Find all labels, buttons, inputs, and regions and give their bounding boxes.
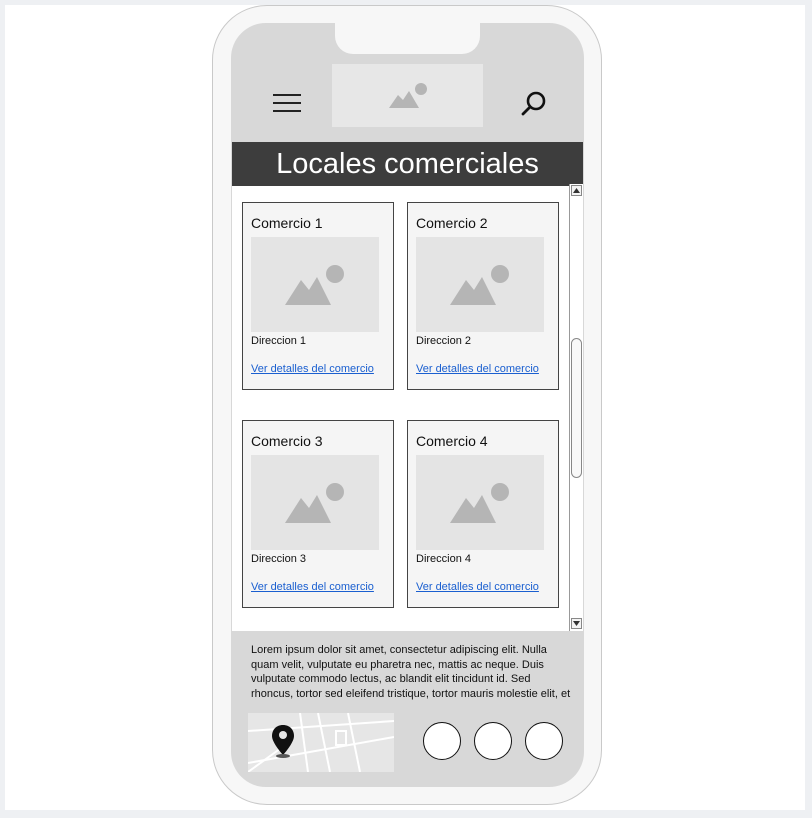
store-image	[251, 237, 379, 332]
social-button-2[interactable]	[474, 722, 512, 760]
image-placeholder-icon	[285, 483, 344, 523]
store-address: Direccion 3	[251, 553, 307, 565]
image-placeholder-icon	[450, 265, 509, 305]
store-card: Comercio 1 Direccion 1 Ver detalles del …	[242, 202, 394, 390]
store-card: Comercio 4 Direccion 4 Ver detalles del …	[407, 420, 559, 608]
social-button-1[interactable]	[423, 722, 461, 760]
phone-notch	[335, 22, 480, 54]
store-name: Comercio 4	[416, 433, 488, 449]
store-details-link[interactable]: Ver detalles del comercio	[416, 581, 539, 593]
scroll-thumb[interactable]	[571, 338, 582, 478]
store-name: Comercio 2	[416, 215, 488, 231]
scroll-down-arrow-icon[interactable]	[571, 618, 582, 629]
store-name: Comercio 3	[251, 433, 323, 449]
social-button-3[interactable]	[525, 722, 563, 760]
page-title: Locales comerciales	[232, 142, 583, 186]
store-image	[251, 455, 379, 550]
hamburger-menu-icon[interactable]	[273, 94, 301, 112]
store-details-link[interactable]: Ver detalles del comercio	[416, 363, 539, 375]
logo-placeholder	[332, 64, 483, 127]
image-placeholder-icon	[450, 483, 509, 523]
scroll-up-arrow-icon[interactable]	[571, 185, 582, 196]
store-card: Comercio 3 Direccion 3 Ver detalles del …	[242, 420, 394, 608]
footer-description: Lorem ipsum dolor sit amet, consectetur …	[251, 644, 571, 703]
store-name: Comercio 1	[251, 215, 323, 231]
store-list: Comercio 1 Direccion 1 Ver detalles del …	[232, 186, 569, 631]
vertical-scrollbar[interactable]	[569, 184, 583, 631]
store-address: Direccion 1	[251, 335, 307, 347]
store-details-link[interactable]: Ver detalles del comercio	[251, 581, 374, 593]
store-address: Direccion 4	[416, 553, 472, 565]
search-icon[interactable]	[520, 89, 548, 117]
image-placeholder-icon	[389, 83, 427, 108]
store-image	[416, 455, 544, 550]
image-placeholder-icon	[285, 265, 344, 305]
store-address: Direccion 2	[416, 335, 472, 347]
store-details-link[interactable]: Ver detalles del comercio	[251, 363, 374, 375]
location-map[interactable]	[248, 713, 394, 772]
store-image	[416, 237, 544, 332]
store-card: Comercio 2 Direccion 2 Ver detalles del …	[407, 202, 559, 390]
